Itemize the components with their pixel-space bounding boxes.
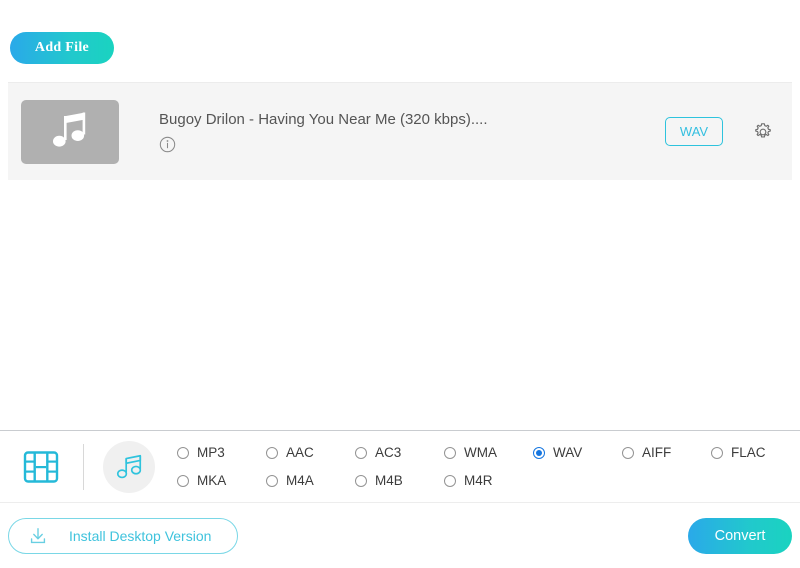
file-name: Bugoy Drilon - Having You Near Me (320 k… — [159, 110, 488, 128]
format-option-wav[interactable]: WAV — [533, 445, 622, 460]
format-radio-group: MP3 AAC AC3 WMA WAV AIFF FLAC MKA M4A M4… — [177, 439, 800, 495]
radio-dot[interactable] — [444, 474, 456, 487]
format-option-label: MKA — [197, 473, 227, 488]
file-details: Bugoy Drilon - Having You Near Me (320 k… — [159, 111, 665, 153]
radio-dot[interactable] — [622, 446, 634, 459]
format-option-ac3[interactable]: AC3 — [355, 445, 444, 460]
format-option-aiff[interactable]: AIFF — [622, 445, 711, 460]
tab-audio[interactable] — [103, 440, 155, 493]
format-option-label: AAC — [286, 445, 314, 460]
music-note-icon — [116, 454, 142, 478]
gear-icon — [755, 122, 771, 138]
tab-video[interactable] — [20, 446, 62, 488]
radio-dot[interactable] — [444, 446, 456, 459]
install-desktop-version-label: Install Desktop Version — [69, 527, 212, 544]
format-option-label: FLAC — [731, 445, 766, 460]
format-option-label: WMA — [464, 445, 497, 460]
music-note-icon — [53, 112, 86, 147]
format-option-flac[interactable]: FLAC — [711, 445, 800, 460]
format-option-label: MP3 — [197, 445, 225, 460]
download-icon — [30, 527, 46, 543]
info-circle-icon[interactable] — [159, 136, 176, 153]
radio-dot[interactable] — [711, 446, 723, 459]
radio-dot[interactable] — [177, 446, 189, 459]
format-option-m4r[interactable]: M4R — [444, 473, 533, 488]
convert-button[interactable]: Convert — [688, 517, 792, 554]
radio-dot[interactable] — [266, 446, 278, 459]
add-file-button[interactable]: Add File — [10, 32, 114, 64]
file-settings-button[interactable] — [751, 120, 775, 144]
format-option-wma[interactable]: WMA — [444, 445, 533, 460]
film-strip-icon — [23, 450, 59, 483]
format-option-aac[interactable]: AAC — [266, 445, 355, 460]
format-option-label: WAV — [553, 445, 583, 460]
footer-bar: Install Desktop Version Convert — [0, 503, 800, 568]
format-option-label: M4R — [464, 473, 493, 488]
format-option-m4a[interactable]: M4A — [266, 473, 355, 488]
format-option-mp3[interactable]: MP3 — [177, 445, 266, 460]
format-option-label: AIFF — [642, 445, 672, 460]
file-thumbnail — [21, 99, 119, 164]
empty-file-area — [0, 180, 800, 430]
radio-dot[interactable] — [177, 474, 189, 487]
format-option-label: M4B — [375, 473, 403, 488]
radio-dot[interactable] — [355, 474, 367, 487]
output-format-badge[interactable]: WAV — [665, 117, 723, 146]
format-option-label: M4A — [286, 473, 314, 488]
tab-divider — [83, 443, 84, 490]
install-desktop-version-button[interactable]: Install Desktop Version — [8, 517, 239, 554]
radio-dot[interactable] — [355, 446, 367, 459]
format-option-m4b[interactable]: M4B — [355, 473, 444, 488]
file-list-item[interactable]: Bugoy Drilon - Having You Near Me (320 k… — [8, 82, 792, 180]
radio-dot[interactable] — [533, 446, 545, 459]
format-option-label: AC3 — [375, 445, 402, 460]
format-selection-bar: MP3 AAC AC3 WMA WAV AIFF FLAC MKA M4A M4… — [0, 430, 800, 503]
radio-dot[interactable] — [266, 474, 278, 487]
top-toolbar: Add File — [0, 0, 800, 82]
format-option-mka[interactable]: MKA — [177, 473, 266, 488]
